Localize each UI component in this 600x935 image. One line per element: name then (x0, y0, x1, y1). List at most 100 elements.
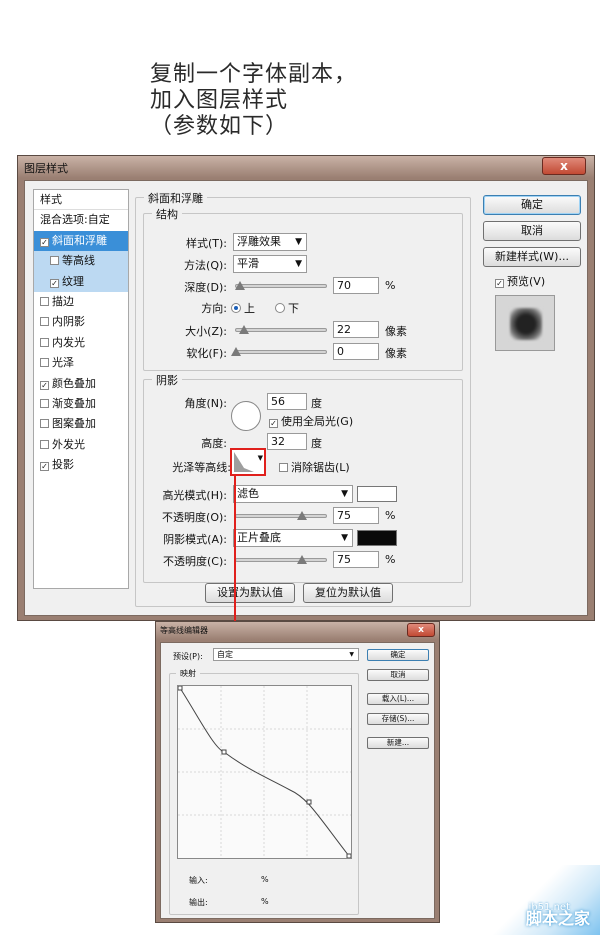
save-button[interactable]: 存储(S)... (367, 713, 429, 725)
highlight-opacity-unit: % (385, 509, 396, 522)
make-default-button[interactable]: 设置为默认值 (205, 583, 295, 603)
curve-point[interactable] (346, 853, 352, 859)
caption-line-3: （参数如下） (150, 114, 289, 139)
radio-on-icon[interactable] (231, 303, 241, 313)
direction-up-radio[interactable]: 上 (231, 300, 255, 316)
direction-label: 方向: (201, 302, 227, 315)
radio-off-icon[interactable] (275, 303, 285, 313)
gloss-contour-label: 光泽等高线: (172, 461, 231, 474)
chevron-down-icon: ▼ (295, 259, 302, 269)
soften-slider-thumb[interactable] (231, 347, 241, 356)
curve-point[interactable] (306, 799, 312, 805)
checkbox-icon[interactable]: ✓ (40, 462, 49, 472)
angle-input[interactable]: 56 (267, 393, 307, 410)
size-input[interactable]: 22 (333, 321, 379, 338)
checkbox-icon[interactable] (40, 317, 49, 327)
shadow-color-swatch[interactable] (357, 530, 397, 546)
style-item-label: 渐变叠加 (52, 396, 96, 410)
blend-options-item[interactable]: 混合选项:自定 (34, 210, 128, 230)
checkbox-icon[interactable] (40, 337, 49, 347)
shadow-mode-select[interactable]: 正片叠底 ▼ (233, 529, 353, 547)
checkbox-icon[interactable] (50, 256, 59, 266)
cancel-button[interactable]: 取消 (367, 669, 429, 681)
antialias-checkbox[interactable]: 消除锯齿(L) (279, 459, 350, 475)
technique-value: 平滑 (237, 257, 259, 270)
style-label: 样式(T): (185, 237, 227, 250)
contour-editor-titlebar[interactable]: 等高线编辑器 x (156, 622, 439, 640)
style-item-color-overlay[interactable]: ✓ 颜色叠加 (34, 374, 128, 394)
ok-button[interactable]: 确定 (483, 195, 581, 215)
shadow-opacity-slider[interactable] (235, 558, 327, 562)
style-item-bevel[interactable]: ✓ 斜面和浮雕 (34, 230, 128, 252)
technique-select[interactable]: 平滑 ▼ (233, 255, 307, 273)
gloss-contour-picker[interactable]: ▼ (230, 448, 266, 476)
shadow-opacity-thumb[interactable] (297, 555, 307, 564)
checkbox-icon[interactable]: ✓ (269, 419, 278, 428)
style-item-label: 光泽 (52, 356, 74, 370)
checkbox-icon[interactable] (40, 296, 49, 306)
reset-default-button[interactable]: 复位为默认值 (303, 583, 393, 603)
new-button[interactable]: 新建... (367, 737, 429, 749)
style-item-satin[interactable]: 光泽 (34, 353, 128, 373)
curve-graph[interactable] (177, 685, 352, 859)
angle-dial[interactable] (231, 401, 261, 431)
depth-slider[interactable] (235, 284, 327, 288)
curve-point[interactable] (221, 749, 227, 755)
style-item-texture[interactable]: ✓ 纹理 (34, 271, 128, 292)
highlight-mode-select[interactable]: 滤色 ▼ (233, 485, 353, 503)
altitude-input[interactable]: 32 (267, 433, 307, 450)
style-item-label: 颜色叠加 (52, 376, 96, 390)
highlight-opacity-slider[interactable] (235, 514, 327, 518)
direction-down-radio[interactable]: 下 (275, 300, 299, 316)
highlight-opacity-input[interactable]: 75 (333, 507, 379, 524)
style-item-outer-glow[interactable]: 外发光 (34, 435, 128, 455)
close-button[interactable]: x (407, 623, 435, 637)
style-item-drop-shadow[interactable]: ✓ 投影 (34, 455, 128, 475)
shadow-opacity-input[interactable]: 75 (333, 551, 379, 568)
soften-slider[interactable] (235, 350, 327, 354)
preset-select[interactable]: 自定 ▼ (213, 648, 359, 661)
dialog-titlebar[interactable]: 图层样式 x (18, 156, 594, 178)
checkbox-icon[interactable]: ✓ (50, 278, 59, 288)
depth-input[interactable]: 70 (333, 277, 379, 294)
highlight-color-swatch[interactable] (357, 486, 397, 502)
cancel-button[interactable]: 取消 (483, 221, 581, 241)
dialog-body: 样式 混合选项:自定 ✓ 斜面和浮雕 等高线 ✓ 纹理 描边 内阴影 内发光 光泽 … (24, 180, 588, 616)
instruction-caption: 复制一个字体副本， 加入图层样式 （参数如下） (150, 62, 357, 140)
curve-svg[interactable] (177, 685, 352, 859)
style-item-inner-shadow[interactable]: 内阴影 (34, 312, 128, 332)
curve-point[interactable] (177, 685, 183, 691)
bevel-style-select[interactable]: 浮雕效果 ▼ (233, 233, 307, 251)
structure-title: 结构 (152, 206, 182, 222)
checkbox-icon[interactable] (40, 419, 49, 429)
highlight-opacity-thumb[interactable] (297, 511, 307, 520)
shadow-opacity-unit: % (385, 553, 396, 566)
style-item-inner-glow[interactable]: 内发光 (34, 333, 128, 353)
checkbox-icon[interactable] (279, 463, 288, 472)
load-button[interactable]: 载入(L)... (367, 693, 429, 705)
soften-input[interactable]: 0 (333, 343, 379, 360)
checkbox-icon[interactable]: ✓ (40, 380, 49, 390)
preview-checkbox[interactable]: ✓ 预览(V) (495, 273, 545, 289)
checkbox-icon[interactable] (40, 398, 49, 408)
dir-up-label: 上 (244, 302, 255, 315)
checkbox-icon[interactable]: ✓ (40, 237, 49, 247)
global-light-checkbox[interactable]: ✓ 使用全局光(G) (269, 413, 353, 429)
close-button[interactable]: x (542, 157, 586, 175)
angle-unit: 度 (311, 397, 322, 410)
styles-header[interactable]: 样式 (34, 190, 128, 211)
depth-slider-thumb[interactable] (235, 281, 245, 290)
altitude-label: 高度: (201, 437, 227, 450)
ok-button[interactable]: 确定 (367, 649, 429, 661)
style-item-pattern-overlay[interactable]: 图案叠加 (34, 414, 128, 434)
size-label: 大小(Z): (185, 325, 227, 338)
checkbox-icon[interactable] (40, 439, 49, 449)
size-slider-thumb[interactable] (239, 325, 249, 334)
new-style-button[interactable]: 新建样式(W)... (483, 247, 581, 267)
checkbox-icon[interactable] (40, 358, 49, 368)
bevel-style-value: 浮雕效果 (237, 235, 281, 248)
checkbox-icon[interactable]: ✓ (495, 279, 504, 288)
style-item-gradient-overlay[interactable]: 渐变叠加 (34, 394, 128, 414)
style-item-stroke[interactable]: 描边 (34, 292, 128, 312)
style-item-contour[interactable]: 等高线 (34, 251, 128, 272)
